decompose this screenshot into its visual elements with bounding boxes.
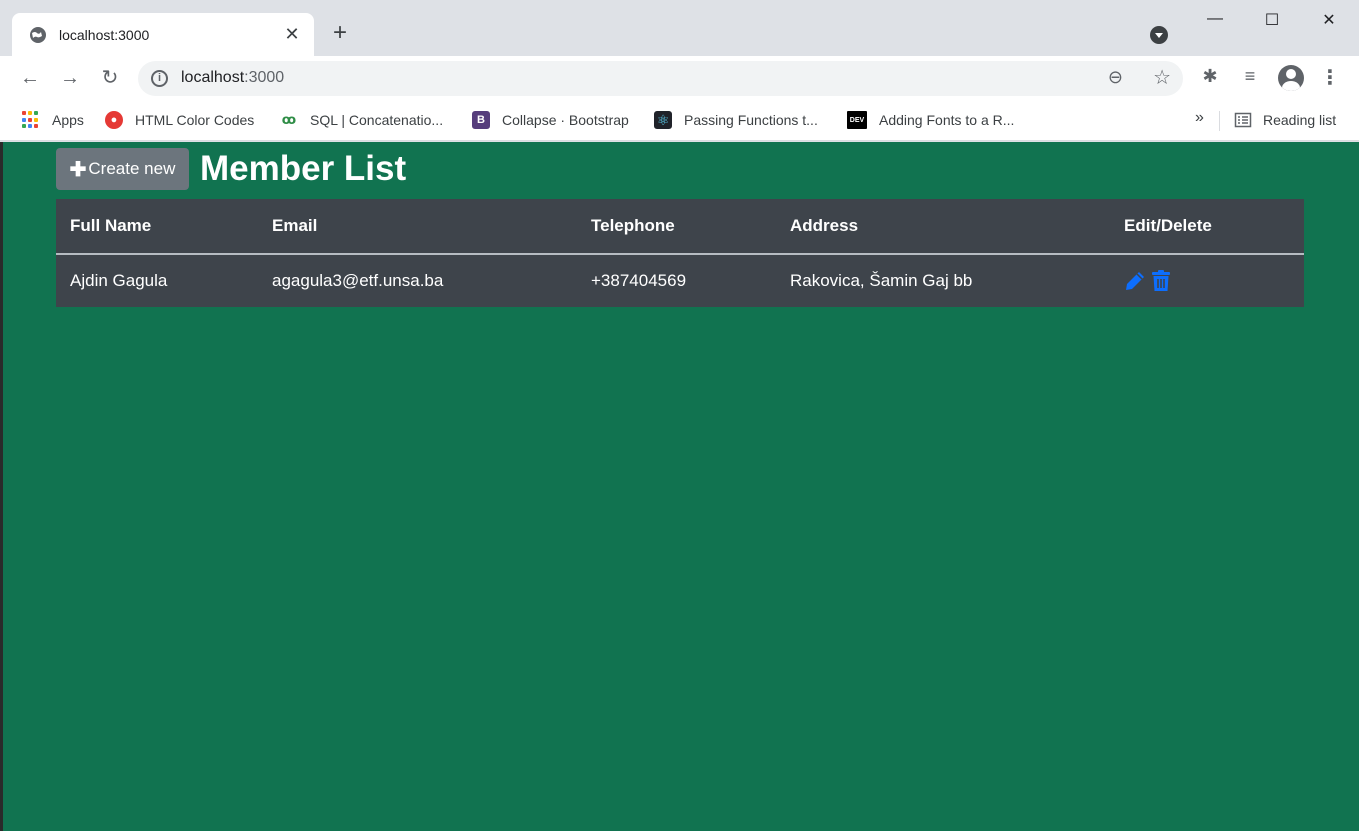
reload-icon[interactable]: ↻ <box>96 64 124 92</box>
plus-icon: ✚ <box>69 158 87 181</box>
cell-address: Rakovica, Šamin Gaj bb <box>776 254 1110 307</box>
tab-title: localhost:3000 <box>59 26 150 43</box>
bookmark-sql-concatenation[interactable]: ꝏ SQL | Concatenatio... <box>280 109 443 131</box>
geeksforgeeks-icon: ꝏ <box>280 111 298 129</box>
create-new-label: Create new <box>88 159 176 178</box>
column-header-full-name: Full Name <box>56 199 258 255</box>
extensions-icon[interactable]: ✱ <box>1198 66 1222 87</box>
dev-icon: DEV <box>847 111 867 129</box>
tab-search-icon[interactable] <box>1150 26 1168 44</box>
bookmark-collapse-bootstrap[interactable]: B Collapse · Bootstrap <box>472 109 629 131</box>
bookmark-passing-functions[interactable]: ⚛ Passing Functions t... <box>654 109 818 131</box>
url-text[interactable]: localhost:3000 <box>181 69 284 87</box>
cell-email: agagula3@etf.unsa.ba <box>258 254 577 307</box>
bookmark-star-icon[interactable]: ☆ <box>1153 65 1171 90</box>
reading-list-icon <box>1234 112 1252 128</box>
edit-pencil-icon[interactable] <box>1124 270 1146 292</box>
menu-kebab-icon[interactable]: ⋮ <box>1320 65 1340 90</box>
column-header-address: Address <box>776 199 1110 255</box>
more-bookmarks-icon[interactable]: » <box>1195 109 1204 127</box>
zoom-out-icon[interactable]: ⊖ <box>1108 67 1123 88</box>
column-header-telephone: Telephone <box>577 199 776 255</box>
bookmarks-divider <box>1219 111 1220 131</box>
info-icon[interactable]: i <box>151 70 168 87</box>
back-icon[interactable]: ← <box>16 64 44 92</box>
column-header-email: Email <box>258 199 577 255</box>
bootstrap-icon: B <box>472 111 490 129</box>
globe-icon <box>30 26 46 43</box>
tab-strip: localhost:3000 ✕ + — ☐ ✕ <box>0 0 1359 56</box>
new-tab-button[interactable]: + <box>328 21 352 46</box>
browser-tab[interactable]: localhost:3000 ✕ <box>12 13 314 56</box>
close-window-icon[interactable]: ✕ <box>1314 10 1344 30</box>
create-new-button[interactable]: ✚ Create new <box>56 148 189 190</box>
page-content: ✚ Create new Member List Full Name Email… <box>3 142 1359 831</box>
bookmark-adding-fonts[interactable]: DEV Adding Fonts to a R... <box>847 109 1014 131</box>
bookmarks-bar: Apps ● HTML Color Codes ꝏ SQL | Concaten… <box>0 101 1359 141</box>
cell-telephone: +387404569 <box>577 254 776 307</box>
forward-icon[interactable]: → <box>56 64 84 92</box>
address-bar[interactable]: i localhost:3000 ⊖ ☆ <box>138 61 1183 96</box>
browser-toolbar: ← → ↻ i localhost:3000 ⊖ ☆ ✱ ≡ ⋮ <box>0 56 1359 101</box>
media-control-icon[interactable]: ≡ <box>1238 66 1262 87</box>
bookmark-html-color-codes[interactable]: ● HTML Color Codes <box>105 109 254 131</box>
table-row: Ajdin Gagula agagula3@etf.unsa.ba +38740… <box>56 254 1304 307</box>
page-title: Member List <box>200 149 407 188</box>
minimize-icon[interactable]: — <box>1200 10 1230 28</box>
profile-avatar-icon[interactable] <box>1278 65 1304 91</box>
react-icon: ⚛ <box>654 111 672 129</box>
cell-actions <box>1110 254 1304 307</box>
cell-full-name: Ajdin Gagula <box>56 254 258 307</box>
column-header-edit-delete: Edit/Delete <box>1110 199 1304 255</box>
apps-grid-icon <box>22 111 40 129</box>
color-wheel-icon: ● <box>105 111 123 129</box>
table-header-row: Full Name Email Telephone Address Edit/D… <box>56 199 1304 255</box>
bookmark-apps[interactable]: Apps <box>22 109 84 131</box>
reading-list-button[interactable]: Reading list <box>1234 109 1336 131</box>
delete-trash-icon[interactable] <box>1151 270 1171 292</box>
maximize-icon[interactable]: ☐ <box>1257 10 1287 30</box>
page-header: ✚ Create new Member List <box>56 148 406 190</box>
member-table: Full Name Email Telephone Address Edit/D… <box>56 199 1304 307</box>
close-tab-icon[interactable]: ✕ <box>282 24 302 45</box>
